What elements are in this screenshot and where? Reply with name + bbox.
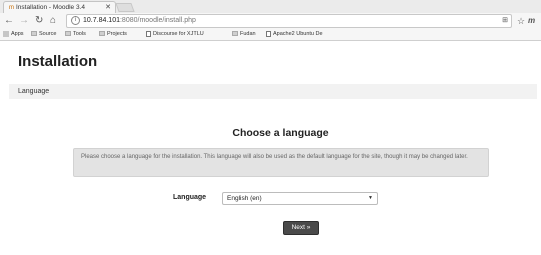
extension-icon[interactable]: m bbox=[528, 14, 535, 28]
page-icon bbox=[146, 30, 151, 37]
folder-icon bbox=[31, 31, 37, 37]
language-notice: Please choose a language for the install… bbox=[73, 148, 489, 177]
language-selected-value: English (en) bbox=[227, 195, 262, 202]
url-port: :8080 bbox=[119, 17, 138, 24]
info-icon[interactable]: i bbox=[71, 15, 80, 25]
bookmark-apache[interactable]: Apache2 Ubuntu De bbox=[266, 29, 323, 40]
address-bar[interactable]: i 10.7.84.101:8080/moodle/install.php ⊞ bbox=[66, 14, 512, 28]
browser-toolbar: ← → ↻ ⌂ i 10.7.84.101:8080/moodle/install… bbox=[0, 13, 541, 29]
section-heading: Choose a language bbox=[232, 127, 329, 139]
bookmark-label: Apps bbox=[11, 31, 24, 37]
language-label: Language bbox=[173, 194, 207, 201]
breadcrumb-item-language: Language bbox=[18, 88, 50, 95]
close-icon[interactable]: ✕ bbox=[105, 2, 111, 13]
browser-tab-strip: m Installation - Moodle 3.4 ✕ bbox=[0, 0, 541, 13]
page-icon bbox=[266, 30, 271, 37]
bookmark-label: Apache2 Ubuntu De bbox=[273, 31, 323, 37]
url-path: /moodle/install.php bbox=[137, 17, 196, 24]
back-arrow-icon[interactable]: ← bbox=[4, 14, 14, 28]
tab-title: Installation - Moodle 3.4 bbox=[16, 4, 86, 11]
folder-icon bbox=[232, 31, 238, 37]
reload-icon[interactable]: ↻ bbox=[35, 14, 43, 28]
apps-grid-icon bbox=[3, 30, 9, 37]
url-host: 10.7.84.101 bbox=[83, 17, 120, 24]
page-title: Installation bbox=[18, 53, 98, 70]
bookmark-discourse[interactable]: Discourse for XJTLU bbox=[146, 29, 204, 40]
folder-icon bbox=[65, 31, 71, 37]
breadcrumb: Language bbox=[9, 84, 537, 99]
bookmark-label: Tools bbox=[73, 31, 86, 37]
language-select[interactable]: English (en) ▼ bbox=[222, 192, 378, 205]
bookmark-star-icon[interactable]: ☆ bbox=[517, 14, 525, 28]
bookmark-apps[interactable]: Apps bbox=[3, 29, 24, 40]
home-icon[interactable]: ⌂ bbox=[50, 14, 56, 28]
bookmark-fudan[interactable]: Fudan bbox=[232, 29, 256, 40]
bookmark-label: Source bbox=[39, 31, 57, 37]
dropdown-caret-icon: ▼ bbox=[368, 195, 373, 201]
bookmarks-bar: Apps Source Tools Projects Discourse for… bbox=[0, 29, 541, 41]
bookmark-tools[interactable]: Tools bbox=[65, 29, 86, 40]
bookmark-label: Fudan bbox=[240, 31, 256, 37]
next-button[interactable]: Next » bbox=[283, 221, 319, 235]
forward-arrow-icon[interactable]: → bbox=[19, 14, 29, 28]
translate-icon[interactable]: ⊞ bbox=[502, 15, 508, 27]
new-tab-button[interactable] bbox=[115, 3, 135, 12]
moodle-favicon-icon: m bbox=[9, 5, 14, 11]
browser-tab[interactable]: m Installation - Moodle 3.4 ✕ bbox=[3, 1, 116, 13]
bookmark-source[interactable]: Source bbox=[31, 29, 56, 40]
bookmark-label: Discourse for XJTLU bbox=[153, 31, 204, 37]
bookmark-label: Projects bbox=[107, 31, 127, 37]
folder-icon bbox=[99, 31, 105, 37]
bookmark-projects[interactable]: Projects bbox=[99, 29, 127, 40]
